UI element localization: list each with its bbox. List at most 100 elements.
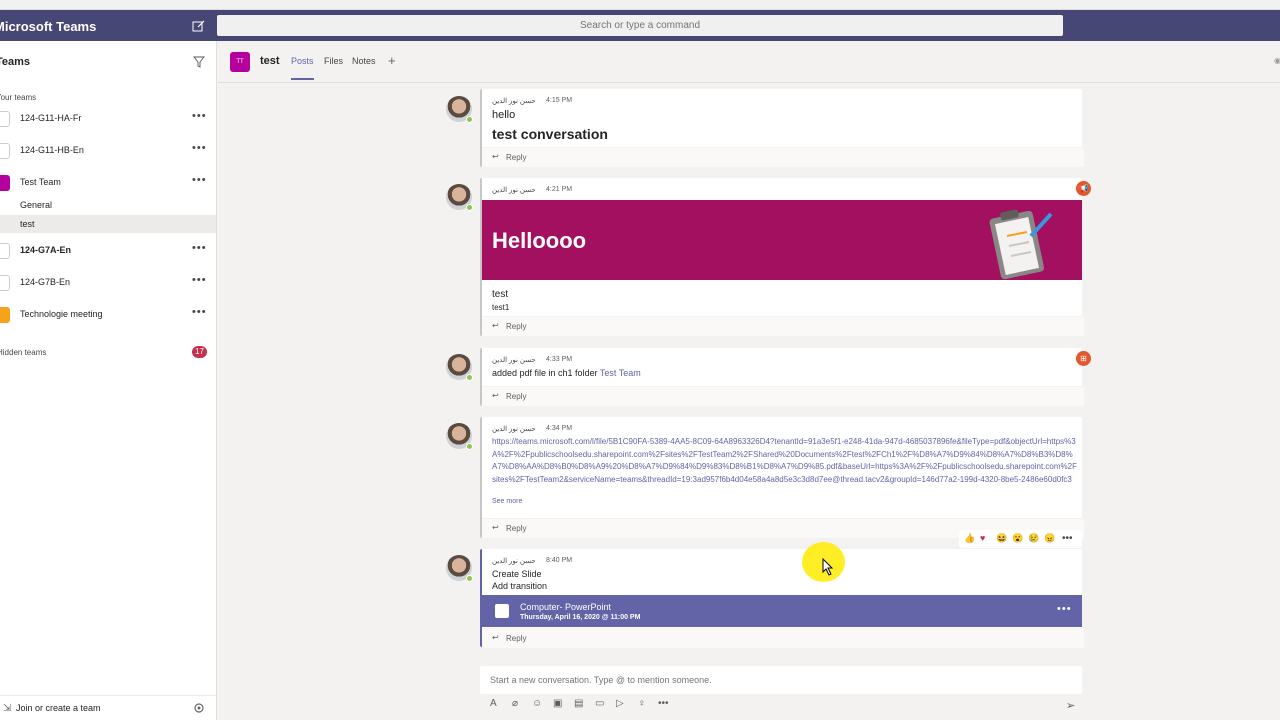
format-icon[interactable]: A	[490, 698, 497, 709]
message-text: added pdf file in ch1 folder Test Team	[492, 368, 641, 378]
laugh-reaction-icon[interactable]: 😆	[996, 533, 1007, 544]
channel-item-test[interactable]: test	[0, 215, 216, 233]
heart-reaction-icon[interactable]: ♥	[980, 533, 985, 543]
message-author: حسن نور الدين	[492, 426, 536, 433]
join-team-icon: ⇲	[3, 703, 12, 714]
message-author: حسن نور الدين	[492, 98, 536, 105]
tab-notes[interactable]: Notes	[352, 56, 376, 66]
team-name: 124-G7A-En	[20, 245, 72, 255]
gif-icon[interactable]: ▣	[553, 698, 562, 709]
praise-icon[interactable]: ♀	[638, 698, 646, 709]
message-time: 4:33 PM	[546, 356, 573, 363]
message-time: 4:15 PM	[546, 97, 573, 104]
team-link[interactable]: Test Team	[600, 368, 641, 378]
compose-toolbar: A ⌀ ☺ ▣ ▤ ▭ ▷ ♀ •••	[480, 698, 1082, 714]
send-icon[interactable]: ➢	[1066, 699, 1075, 712]
message-text: test1	[492, 303, 510, 312]
meet-icon[interactable]: ◉	[1274, 56, 1280, 65]
presence-indicator	[466, 443, 473, 450]
announcement-banner: Helloooo	[482, 200, 1082, 280]
reply-label: Reply	[506, 322, 527, 331]
surprised-reaction-icon[interactable]: 😮	[1012, 533, 1023, 544]
emoji-icon[interactable]: ☺	[532, 698, 542, 709]
team-name: Test Team	[20, 177, 61, 187]
more-options-icon[interactable]: •••	[1057, 603, 1072, 615]
hidden-teams-badge: 17	[192, 346, 207, 358]
more-options-icon[interactable]: •••	[192, 142, 207, 154]
team-avatar	[0, 275, 10, 291]
clipboard-illustration	[989, 209, 1053, 280]
your-teams-label: Your teams	[0, 93, 37, 102]
message-text-body: added pdf file in ch1 folder	[492, 368, 598, 378]
message-text: hello	[492, 109, 516, 121]
message-card: حسن نور الدين 4:33 PM added pdf file in …	[480, 348, 1084, 406]
reply-button[interactable]: ↩ Reply	[482, 386, 1084, 406]
meet-now-icon[interactable]: ▭	[595, 698, 604, 709]
channel-name: test	[20, 219, 35, 229]
filter-icon[interactable]	[193, 56, 205, 68]
sticker-icon[interactable]: ▤	[574, 698, 583, 709]
see-more-link[interactable]: See more	[492, 498, 522, 505]
team-item[interactable]: 124-G11-HA-Fr •••	[0, 108, 216, 130]
channel-item-general[interactable]: General	[0, 196, 216, 214]
team-item[interactable]: 124-G7B-En •••	[0, 272, 216, 294]
calendar-icon	[495, 604, 509, 618]
reply-icon: ↩	[492, 321, 499, 330]
more-options-icon[interactable]: •••	[192, 110, 207, 122]
more-options-icon[interactable]: •••	[658, 698, 669, 709]
more-options-icon[interactable]: •••	[192, 242, 207, 254]
message-card: حسن نور الدين 8:40 PM Create Slide Add t…	[480, 549, 1084, 648]
gear-icon[interactable]	[193, 702, 205, 714]
message-time: 8:40 PM	[546, 557, 573, 564]
browser-strip	[0, 0, 1280, 10]
team-avatar	[0, 175, 10, 191]
hidden-teams-label[interactable]: Hidden teams	[0, 348, 46, 357]
channel-header: TT test Posts Files Notes + ◉	[218, 41, 1280, 83]
sad-reaction-icon[interactable]: 😢	[1028, 533, 1039, 544]
more-options-icon[interactable]: •••	[192, 306, 207, 318]
like-reaction-icon[interactable]: 👍	[964, 533, 975, 544]
reply-label: Reply	[506, 634, 527, 643]
more-options-icon[interactable]: •••	[192, 274, 207, 286]
compose-box[interactable]	[480, 666, 1082, 694]
meeting-date: Thursday, April 16, 2020 @ 11:00 PM	[520, 614, 641, 621]
reply-button[interactable]: ↩ Reply	[482, 147, 1084, 167]
teams-heading: Teams	[0, 56, 31, 68]
new-chat-icon[interactable]	[192, 19, 206, 33]
message-card: حسن نور الدين 4:15 PM hello test convers…	[480, 89, 1084, 167]
stream-icon[interactable]: ▷	[616, 698, 624, 709]
teams-list-panel: Teams Your teams 124-G11-HA-Fr ••• 124-G…	[0, 41, 217, 720]
new-conversation-input[interactable]	[490, 675, 1070, 685]
add-tab-icon[interactable]: +	[388, 53, 396, 68]
tab-files[interactable]: Files	[324, 56, 343, 66]
reply-button[interactable]: ↩ Reply	[482, 628, 1084, 648]
message-author: حسن نور الدين	[492, 357, 536, 364]
team-name: Technologie meeting	[20, 309, 103, 319]
reply-label: Reply	[506, 153, 527, 162]
angry-reaction-icon[interactable]: 😠	[1044, 533, 1055, 544]
mouse-cursor-icon	[822, 558, 834, 576]
tab-posts[interactable]: Posts	[291, 56, 314, 66]
presence-indicator	[466, 116, 473, 123]
team-item[interactable]: 124-G7A-En •••	[0, 240, 216, 262]
channel-avatar: TT	[230, 52, 250, 72]
meeting-card[interactable]: Computer- PowerPoint Thursday, April 16,…	[482, 595, 1082, 627]
team-avatar	[0, 143, 10, 159]
reply-button[interactable]: ↩ Reply	[482, 316, 1084, 336]
more-options-icon[interactable]: •••	[192, 174, 207, 186]
message-text: test	[492, 289, 509, 300]
join-team-button[interactable]: ⇲ Join or create a team	[0, 695, 216, 719]
reply-icon: ↩	[492, 391, 499, 400]
presence-indicator	[466, 575, 473, 582]
join-team-label: Join or create a team	[16, 703, 101, 713]
message-text: Add transition	[492, 581, 548, 591]
team-item[interactable]: Technologie meeting •••	[0, 304, 216, 326]
team-item[interactable]: Test Team •••	[0, 172, 216, 194]
search-input[interactable]	[217, 15, 1063, 36]
more-options-icon[interactable]: •••	[1062, 533, 1073, 544]
team-name: 124-G11-HB-En	[20, 145, 84, 155]
presence-indicator	[466, 204, 473, 211]
team-item[interactable]: 124-G11-HB-En •••	[0, 140, 216, 162]
attach-icon[interactable]: ⌀	[512, 698, 518, 709]
file-url-link[interactable]: https://teams.microsoft.com/l/file/5B1C9…	[492, 436, 1077, 488]
